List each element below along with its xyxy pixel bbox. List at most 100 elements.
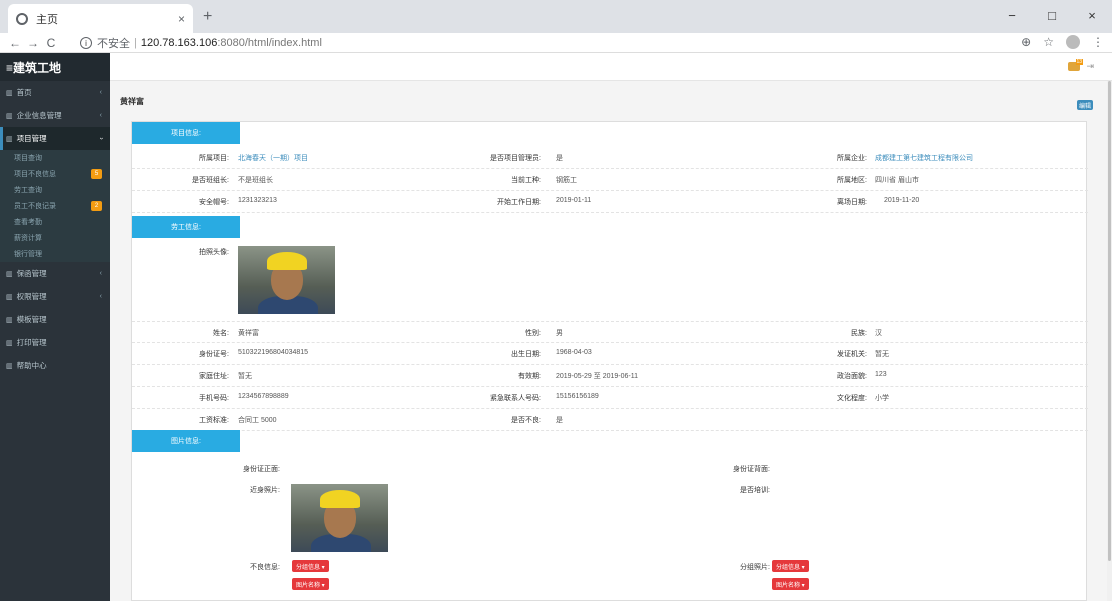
field-value: 汉 xyxy=(875,330,882,337)
sidebar-item-project[interactable]: ▥ 项目管理 › xyxy=(0,127,110,150)
sidebar-item-guarantee[interactable]: ▥ 保函管理 ‹ xyxy=(0,262,110,285)
submenu-item-attendance[interactable]: 查看考勤 xyxy=(0,214,110,230)
sidebar-item-label: 模板管理 xyxy=(16,315,47,324)
sidebar-item-label: 项目管理 xyxy=(16,134,47,143)
chart-icon: ▥ xyxy=(6,112,13,120)
company-link[interactable]: 成都建工第七建筑工程有限公司 xyxy=(875,153,973,163)
notification-icon[interactable]: 13 xyxy=(1068,59,1084,71)
count-badge: 5 xyxy=(91,169,102,179)
close-window-icon[interactable]: × xyxy=(1072,0,1112,30)
new-tab-button[interactable]: + xyxy=(203,8,212,26)
brand-title[interactable]: ≡建筑工地 xyxy=(0,53,110,81)
submenu-item-bank[interactable]: 银行管理 xyxy=(0,246,110,262)
field-value: 510322196804034815 xyxy=(238,349,309,356)
field-value: 黄祥富 xyxy=(238,330,259,337)
zoom-icon[interactable]: ⊕ xyxy=(1021,35,1031,49)
sidebar-item-template[interactable]: ▥ 模板管理 xyxy=(0,308,110,331)
chevron-left-icon: ‹ xyxy=(99,89,102,96)
info-row: 姓名: 黄祥富 性别: 男 民族: 汉 xyxy=(132,321,1088,343)
portrait-photo xyxy=(238,246,335,314)
submenu-label: 查看考勤 xyxy=(14,219,42,226)
star-icon[interactable]: ☆ xyxy=(1043,35,1054,49)
info-row: 所属项目: 北海春天（一期）项目 是否项目管理员: 是 所属企业: 成都建工第七… xyxy=(132,147,1088,169)
field-label: 所属企业: xyxy=(837,155,867,162)
field-label: 政治面貌: xyxy=(837,373,867,380)
field-value: 1968-04-03 xyxy=(556,349,592,356)
chart-icon: ▥ xyxy=(6,339,13,347)
edit-button[interactable]: 编辑 xyxy=(1077,100,1093,110)
field-value: 是 xyxy=(556,417,563,424)
image-name-dropdown[interactable]: 图片名称 ▾ xyxy=(292,578,329,590)
insecure-label: 不安全 xyxy=(97,38,130,50)
submenu-label: 项目查询 xyxy=(14,155,42,162)
field-label: 所属项目: xyxy=(199,155,229,162)
submenu-item-project-bad[interactable]: 项目不良信息 5 xyxy=(0,166,110,182)
sidebar-item-permission[interactable]: ▥ 权限管理 ‹ xyxy=(0,285,110,308)
address-bar: ← → C i 不安全 | 120.78.163.106 :8080/html/… xyxy=(0,33,1112,53)
field-label: 身份证正面: xyxy=(243,466,280,473)
chart-icon: ▥ xyxy=(6,270,13,278)
forward-icon[interactable]: → xyxy=(24,36,42,50)
info-row: 手机号码: 1234567898889 紧急联系人号码: 15156156189… xyxy=(132,387,1088,409)
info-row: 安全帽号: 1231323213 开始工作日期: 2019-01-11 离场日期… xyxy=(132,191,1088,213)
field-label: 发证机关: xyxy=(837,351,867,358)
field-label: 是否班组长: xyxy=(192,177,229,184)
sidebar-item-help[interactable]: ▥ 帮助中心 xyxy=(0,354,110,377)
section-labor-info: 劳工信息: xyxy=(132,216,240,238)
scrollbar[interactable] xyxy=(1107,81,1112,601)
field-value: 暂无 xyxy=(238,373,252,380)
field-label: 手机号码: xyxy=(199,395,229,402)
sidebar-item-label: 首页 xyxy=(16,88,32,97)
group-info-dropdown[interactable]: 分组信息 ▾ xyxy=(292,560,329,572)
field-label: 是否项目管理员: xyxy=(490,155,541,162)
field-value: 1234567898889 xyxy=(238,393,289,400)
submenu-item-staff-bad[interactable]: 员工不良记录 2 xyxy=(0,198,110,214)
sidebar-item-label: 帮助中心 xyxy=(16,361,47,370)
sidebar-item-print[interactable]: ▥ 打印管理 xyxy=(0,331,110,354)
submenu-label: 员工不良记录 xyxy=(14,203,56,210)
project-link[interactable]: 北海春天（一期）项目 xyxy=(238,153,308,163)
page-title: 黄祥富 xyxy=(120,97,144,106)
reload-icon[interactable]: C xyxy=(42,36,60,50)
section-project-info: 项目信息: xyxy=(132,122,240,144)
submenu-item-salary[interactable]: 薪资计算 xyxy=(0,230,110,246)
field-value: 2019-11-20 xyxy=(884,197,920,204)
url-host: 120.78.163.106 xyxy=(140,37,218,49)
sidebar-item-label: 权限管理 xyxy=(16,292,47,301)
submenu-item-labor-query[interactable]: 劳工查询 xyxy=(0,182,110,198)
image-name-dropdown[interactable]: 图片名称 ▾ xyxy=(772,578,809,590)
group-info-dropdown[interactable]: 分组信息 ▾ xyxy=(772,560,809,572)
submenu-item-project-query[interactable]: 项目查询 xyxy=(0,150,110,166)
field-value: 四川省 眉山市 xyxy=(875,177,919,184)
sidebar-item-label: 企业信息管理 xyxy=(16,111,62,120)
section-photo-info: 图片信息: xyxy=(132,430,240,452)
field-label: 工资标准: xyxy=(199,417,229,424)
field-value: 不是班组长 xyxy=(238,177,273,184)
profile-avatar-icon[interactable] xyxy=(1066,35,1080,49)
field-label: 不良信息: xyxy=(250,564,280,571)
back-icon[interactable]: ← xyxy=(6,36,24,50)
field-label: 身份证背面: xyxy=(733,466,770,473)
menu-icon[interactable]: ⋮ xyxy=(1092,35,1104,49)
field-value: 123 xyxy=(875,371,887,378)
info-icon[interactable]: i xyxy=(80,37,92,49)
field-label: 出生日期: xyxy=(511,351,541,358)
sidebar-item-home[interactable]: ▥ 首页 ‹ xyxy=(0,81,110,104)
sidebar-item-company[interactable]: ▥ 企业信息管理 ‹ xyxy=(0,104,110,127)
field-value: 小学 xyxy=(875,395,889,402)
logout-icon[interactable]: ⇥ xyxy=(1086,61,1094,72)
tab-close-icon[interactable]: × xyxy=(178,12,185,26)
sidebar-item-label: 打印管理 xyxy=(16,338,47,347)
minimize-icon[interactable]: − xyxy=(992,0,1032,30)
browser-tab[interactable]: 主页 × xyxy=(8,4,193,33)
scrollbar-thumb[interactable] xyxy=(1108,81,1111,561)
submenu-label: 劳工查询 xyxy=(14,187,42,194)
field-label: 文化程度: xyxy=(837,395,867,402)
app-header: 13 ⇥ xyxy=(110,53,1112,81)
field-label: 性别: xyxy=(525,330,541,337)
field-label: 分组照片: xyxy=(740,564,770,571)
submenu-label: 薪资计算 xyxy=(14,235,42,242)
url-field[interactable]: i 不安全 | 120.78.163.106 :8080/html/index.… xyxy=(80,35,1000,51)
info-row: 家庭住址: 暂无 有效期: 2019-05-29 至 2019-06-11 政治… xyxy=(132,365,1088,387)
maximize-icon[interactable]: □ xyxy=(1032,0,1072,30)
